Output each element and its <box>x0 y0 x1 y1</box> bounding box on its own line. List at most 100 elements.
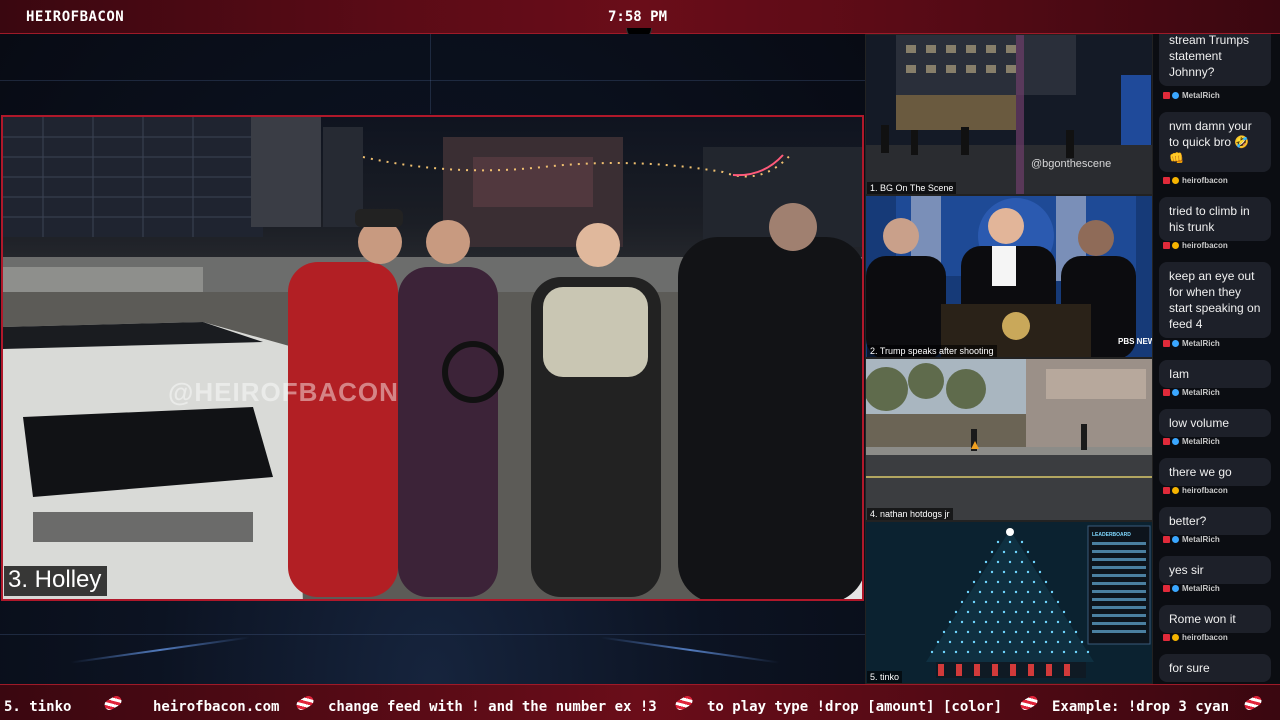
plinko-peg <box>1050 630 1054 634</box>
plinko-peg <box>1062 650 1066 654</box>
chat-message: tried to climb in his trunk <box>1159 197 1271 241</box>
plinko-peg <box>1026 570 1030 574</box>
plinko-peg <box>1068 620 1072 624</box>
plinko-peg <box>1014 550 1018 554</box>
user-badge-icon <box>1172 242 1179 249</box>
plinko-peg <box>930 650 934 654</box>
chat-username-text: heirofbacon <box>1182 633 1228 642</box>
plinko-peg <box>984 560 988 564</box>
youtube-badge-icon <box>1163 438 1170 445</box>
plinko-peg <box>1014 630 1018 634</box>
user-badge-icon <box>1172 634 1179 641</box>
chat-username-text: MetalRich <box>1182 339 1220 348</box>
plinko-peg <box>972 600 976 604</box>
candy-cane-icon <box>1242 694 1264 712</box>
bottom-ticker: 5. tinko heirofbacon.com change feed wit… <box>0 684 1280 720</box>
plinko-peg <box>948 620 952 624</box>
side-feed-4-label: 4. nathan hotdogs jr <box>867 508 953 520</box>
plinko-peg <box>1038 630 1042 634</box>
plinko-peg <box>1014 610 1018 614</box>
side-feed-5[interactable]: LEADERBOARD 5. tinko <box>865 521 1153 684</box>
plinko-peg <box>1014 590 1018 594</box>
chat-username[interactable]: MetalRich <box>1163 91 1220 100</box>
plinko-peg <box>1020 560 1024 564</box>
plinko-peg <box>1044 580 1048 584</box>
plinko-peg <box>1050 650 1054 654</box>
chat-username[interactable]: MetalRich <box>1163 437 1220 446</box>
side-feed-2-label: 2. Trump speaks after shooting <box>867 345 997 357</box>
plinko-peg <box>978 630 982 634</box>
main-feed-scene <box>3 117 862 599</box>
plinko-peg <box>996 580 1000 584</box>
plinko-peg <box>1002 630 1006 634</box>
candy-cane-icon <box>1018 694 1040 712</box>
plinko-peg <box>972 620 976 624</box>
plinko-peg <box>978 590 982 594</box>
chat-username[interactable]: heirofbacon <box>1163 241 1228 250</box>
youtube-badge-icon <box>1163 340 1170 347</box>
chat-message: stream Trumps statement Johnny? <box>1159 34 1271 86</box>
main-video-feed[interactable]: @HEIROFBACON <box>1 115 864 601</box>
chat-username[interactable]: heirofbacon <box>1163 176 1228 185</box>
plinko-peg <box>1044 620 1048 624</box>
chat-username[interactable]: MetalRich <box>1163 535 1220 544</box>
chat-username[interactable]: MetalRich <box>1163 339 1220 348</box>
plinko-peg <box>1038 590 1042 594</box>
plinko-peg <box>978 570 982 574</box>
chat-message: keep an eye out for when they start spea… <box>1159 262 1271 338</box>
leaderboard-title: LEADERBOARD <box>1092 532 1131 538</box>
side-feed-1-label: 1. BG On The Scene <box>867 182 957 194</box>
ticker-item: to play type !drop [amount] [color] <box>707 699 1003 715</box>
plinko-peg <box>966 590 970 594</box>
plinko-peg <box>1056 640 1060 644</box>
ticker-item: Example: !drop 3 cyan <box>1052 699 1230 715</box>
plinko-peg <box>1002 590 1006 594</box>
plinko-peg <box>960 600 964 604</box>
user-badge-icon <box>1172 487 1179 494</box>
chat-username[interactable]: MetalRich <box>1163 584 1220 593</box>
plinko-peg <box>1050 610 1054 614</box>
plinko-peg <box>1086 650 1090 654</box>
chat-username-text: heirofbacon <box>1182 486 1228 495</box>
plinko-peg <box>996 600 1000 604</box>
plinko-peg <box>954 610 958 614</box>
plinko-peg <box>1032 600 1036 604</box>
chat-username[interactable]: MetalRich <box>1163 388 1220 397</box>
plinko-peg <box>1044 640 1048 644</box>
chat-username-text: heirofbacon <box>1182 241 1228 250</box>
youtube-badge-icon <box>1163 92 1170 99</box>
plinko-peg <box>1032 640 1036 644</box>
chat-message: yes sir <box>1159 556 1271 584</box>
plinko-peg <box>990 630 994 634</box>
side-feed-2-scene: PBS NEWS <box>866 196 1152 357</box>
chat-message: Rome won it <box>1159 605 1271 633</box>
plinko-peg <box>984 600 988 604</box>
side-feed-1[interactable]: @bgonthescene 1. BG On The Scene <box>865 34 1153 195</box>
plinko-peg <box>960 620 964 624</box>
youtube-badge-icon <box>1163 389 1170 396</box>
chat-username[interactable]: heirofbacon <box>1163 486 1228 495</box>
user-badge-icon <box>1172 438 1179 445</box>
side-feed-1-overlay: @bgonthescene <box>1031 158 1111 170</box>
plinko-peg <box>990 550 994 554</box>
plinko-peg <box>1008 560 1012 564</box>
side-feed-4[interactable]: 4. nathan hotdogs jr <box>865 358 1153 521</box>
chat-message: nvm damn your to quick bro 🤣 👊 <box>1159 112 1271 172</box>
plinko-peg <box>1008 620 1012 624</box>
chat-username[interactable]: heirofbacon <box>1163 633 1228 642</box>
plinko-peg <box>966 650 970 654</box>
plinko-peg <box>990 590 994 594</box>
side-feed-2[interactable]: PBS NEWS 2. Trump speaks after shooting <box>865 195 1153 358</box>
plinko-peg <box>1032 620 1036 624</box>
plinko-peg <box>1026 610 1030 614</box>
plinko-peg <box>1002 550 1006 554</box>
chat-message: low volume <box>1159 409 1271 437</box>
candy-cane-icon <box>673 694 695 712</box>
chat-message: for sure <box>1159 654 1271 682</box>
chat-username-text: heirofbacon <box>1182 176 1228 185</box>
plinko-peg <box>1008 580 1012 584</box>
plinko-peg <box>1020 620 1024 624</box>
candy-cane-icon <box>102 694 124 712</box>
plinko-peg <box>990 610 994 614</box>
plinko-peg <box>1020 580 1024 584</box>
